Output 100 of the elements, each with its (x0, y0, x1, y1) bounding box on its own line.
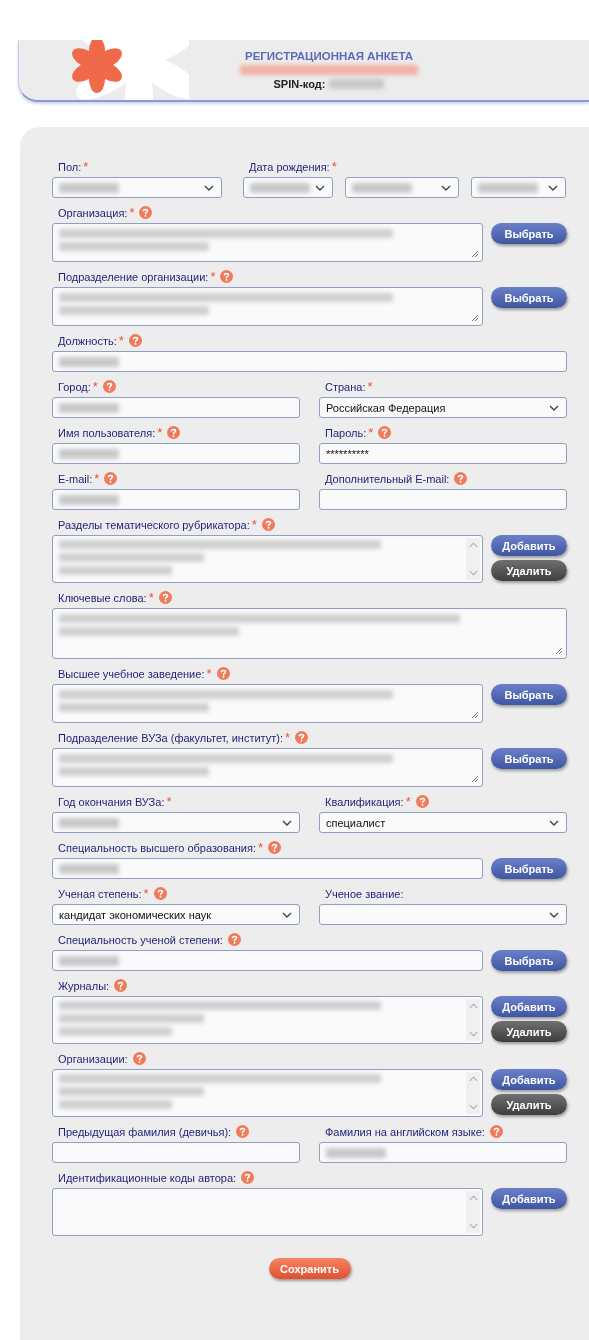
help-icon[interactable] (236, 1125, 250, 1138)
chevron-up-icon[interactable] (468, 542, 478, 548)
help-icon[interactable] (167, 426, 181, 439)
select-field[interactable]: специалист (319, 812, 567, 833)
scrollbar[interactable] (466, 538, 480, 580)
select-field[interactable] (319, 904, 567, 925)
field-label: Высшее учебное заведение: (58, 667, 205, 680)
action-button[interactable]: Добавить (491, 535, 567, 556)
required-mark: * (118, 333, 124, 348)
resize-grip-icon[interactable] (555, 647, 563, 655)
save-button[interactable]: Сохранить (268, 1258, 351, 1279)
list-box[interactable] (52, 1069, 483, 1117)
resize-grip-icon[interactable] (471, 711, 479, 719)
text-field[interactable]: ********** (319, 443, 567, 464)
scrollbar[interactable] (466, 1191, 480, 1233)
field-label: Год окончания ВУЗа: (58, 795, 165, 808)
action-button[interactable]: Добавить (491, 1188, 567, 1209)
field-label: Организация: (58, 206, 128, 219)
help-icon[interactable] (216, 667, 230, 680)
help-icon[interactable] (268, 841, 282, 854)
text-field[interactable] (52, 443, 300, 464)
select-field[interactable]: Российская Федерация (319, 397, 567, 418)
help-icon[interactable] (220, 270, 234, 283)
action-button[interactable]: Выбрать (491, 287, 567, 308)
help-icon[interactable] (153, 887, 167, 900)
select-field[interactable] (52, 177, 222, 198)
chevron-up-icon[interactable] (468, 1195, 478, 1201)
text-field[interactable] (52, 950, 483, 971)
text-field[interactable] (52, 1142, 300, 1163)
text-field[interactable] (52, 858, 483, 879)
help-icon[interactable] (114, 979, 128, 992)
help-icon[interactable] (139, 206, 153, 219)
list-box[interactable] (52, 535, 483, 583)
text-area[interactable] (52, 223, 483, 262)
action-button[interactable]: Выбрать (491, 950, 567, 971)
select-field[interactable] (471, 177, 566, 198)
field-label: Ученое звание: (325, 887, 404, 900)
chevron-up-icon[interactable] (468, 1003, 478, 1009)
text-field[interactable] (52, 351, 567, 372)
required-mark: * (157, 425, 163, 440)
field-label: Ученая степень: (58, 887, 142, 900)
action-button[interactable]: Выбрать (491, 858, 567, 879)
field-value: Российская Федерация (326, 401, 446, 414)
text-field[interactable] (319, 1142, 567, 1163)
help-icon[interactable] (489, 1125, 503, 1138)
resize-grip-icon[interactable] (471, 775, 479, 783)
chevron-down-icon[interactable] (468, 1104, 478, 1110)
required-mark: * (258, 840, 264, 855)
help-icon[interactable] (158, 591, 172, 604)
select-field[interactable]: кандидат экономических наук (52, 904, 300, 925)
chevron-down-icon[interactable] (468, 1223, 478, 1229)
scrollbar[interactable] (466, 1072, 480, 1114)
field-value: ********** (326, 447, 369, 460)
help-icon[interactable] (132, 1052, 146, 1065)
field-label: Пароль: (325, 426, 367, 439)
action-button[interactable]: Добавить (491, 1069, 567, 1090)
list-box[interactable] (52, 1188, 483, 1236)
delete-button[interactable]: Удалить (491, 1021, 567, 1042)
text-field[interactable] (52, 489, 300, 510)
help-icon[interactable] (454, 472, 468, 485)
chevron-up-icon[interactable] (468, 1076, 478, 1082)
help-icon[interactable] (241, 1171, 255, 1184)
field-label: Организации: (58, 1052, 128, 1065)
text-area[interactable] (52, 684, 483, 723)
required-mark: * (148, 590, 154, 605)
action-button[interactable]: Выбрать (491, 748, 567, 769)
help-icon[interactable] (128, 334, 142, 347)
scrollbar[interactable] (466, 999, 480, 1041)
chevron-down-icon[interactable] (468, 1031, 478, 1037)
field-label: Квалификация: (325, 795, 404, 808)
field-label: Разделы тематического рубрикатора: (58, 518, 250, 531)
help-icon[interactable] (295, 731, 309, 744)
field-label: Ключевые слова: (58, 591, 147, 604)
delete-button[interactable]: Удалить (491, 560, 567, 581)
list-box[interactable] (52, 996, 483, 1044)
help-icon[interactable] (261, 518, 275, 531)
required-mark: * (83, 159, 89, 174)
resize-grip-icon[interactable] (471, 250, 479, 258)
resize-grip-icon[interactable] (471, 314, 479, 322)
help-icon[interactable] (378, 426, 392, 439)
action-button[interactable]: Добавить (491, 996, 567, 1017)
text-area[interactable] (52, 748, 483, 787)
help-icon[interactable] (104, 472, 118, 485)
delete-button[interactable]: Удалить (491, 1094, 567, 1115)
select-field[interactable] (243, 177, 333, 198)
action-button[interactable]: Выбрать (491, 223, 567, 244)
help-icon[interactable] (415, 795, 429, 808)
select-field[interactable] (345, 177, 459, 198)
required-mark: * (166, 794, 172, 809)
chevron-down-icon[interactable] (468, 570, 478, 576)
text-area[interactable] (52, 287, 483, 326)
action-button[interactable]: Выбрать (491, 684, 567, 705)
text-field[interactable] (52, 397, 300, 418)
text-field[interactable] (319, 489, 567, 510)
help-icon[interactable] (227, 933, 241, 946)
spin-label: SPIN-код: (273, 78, 326, 90)
help-icon[interactable] (102, 380, 116, 393)
field-label: Журналы: (58, 979, 110, 992)
select-field[interactable] (52, 812, 300, 833)
text-area[interactable] (52, 608, 567, 659)
